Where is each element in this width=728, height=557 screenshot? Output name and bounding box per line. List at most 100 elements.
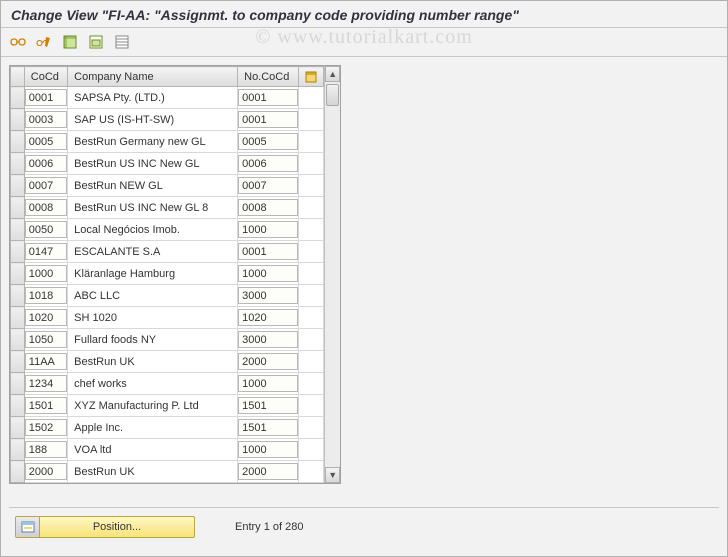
table-row[interactable]: Apple Inc. bbox=[11, 417, 324, 439]
row-selector[interactable] bbox=[11, 461, 25, 483]
no-cocd-input[interactable] bbox=[238, 199, 298, 216]
no-cocd-input[interactable] bbox=[238, 441, 298, 458]
no-cocd-input[interactable] bbox=[238, 155, 298, 172]
configure-columns-icon[interactable] bbox=[305, 70, 317, 83]
no-cocd-input[interactable] bbox=[238, 265, 298, 282]
toolbar-change-button[interactable] bbox=[33, 32, 55, 52]
row-selector[interactable] bbox=[11, 219, 25, 241]
row-selector[interactable] bbox=[11, 307, 25, 329]
table-row[interactable]: BestRun NEW GL bbox=[11, 175, 324, 197]
sap-window: Change View "FI-AA: "Assignmt. to compan… bbox=[0, 0, 728, 557]
cocd-input[interactable] bbox=[25, 89, 67, 106]
table-row[interactable]: BestRun US INC New GL 8 bbox=[11, 197, 324, 219]
no-cocd-input[interactable] bbox=[238, 89, 298, 106]
cocd-input[interactable] bbox=[25, 397, 67, 414]
scroll-track[interactable] bbox=[325, 82, 340, 467]
table-row[interactable]: ABC LLC bbox=[11, 285, 324, 307]
row-selector[interactable] bbox=[11, 241, 25, 263]
no-cocd-input[interactable] bbox=[238, 463, 298, 480]
no-cocd-input[interactable] bbox=[238, 353, 298, 370]
cocd-input[interactable] bbox=[25, 155, 67, 172]
cell-company-name: Fullard foods NY bbox=[68, 329, 238, 351]
header-cocd[interactable]: CoCd bbox=[24, 67, 67, 87]
no-cocd-input[interactable] bbox=[238, 133, 298, 150]
row-selector[interactable] bbox=[11, 351, 25, 373]
scroll-thumb[interactable] bbox=[326, 84, 339, 106]
row-selector[interactable] bbox=[11, 87, 25, 109]
table-row[interactable]: Local Negócios Imob. bbox=[11, 219, 324, 241]
cell-spacer bbox=[299, 439, 324, 461]
scroll-up-button[interactable]: ▲ bbox=[325, 66, 340, 82]
no-cocd-input[interactable] bbox=[238, 331, 298, 348]
cell-no-cocd bbox=[238, 439, 299, 461]
cocd-input[interactable] bbox=[25, 221, 67, 238]
toolbar-other-view-button[interactable] bbox=[7, 32, 29, 52]
table-row[interactable]: chef works bbox=[11, 373, 324, 395]
cocd-input[interactable] bbox=[25, 133, 67, 150]
cocd-input[interactable] bbox=[25, 331, 67, 348]
toolbar-save-button[interactable] bbox=[85, 32, 107, 52]
row-selector[interactable] bbox=[11, 439, 25, 461]
row-selector[interactable] bbox=[11, 109, 25, 131]
no-cocd-input[interactable] bbox=[238, 375, 298, 392]
no-cocd-input[interactable] bbox=[238, 287, 298, 304]
cocd-input[interactable] bbox=[25, 111, 67, 128]
row-selector[interactable] bbox=[11, 373, 25, 395]
cell-cocd bbox=[24, 285, 67, 307]
cocd-input[interactable] bbox=[25, 243, 67, 260]
cocd-input[interactable] bbox=[25, 199, 67, 216]
cocd-input[interactable] bbox=[25, 265, 67, 282]
cell-cocd bbox=[24, 175, 67, 197]
table-row[interactable]: BestRun UK bbox=[11, 351, 324, 373]
table-row[interactable]: ESCALANTE S.A bbox=[11, 241, 324, 263]
table-row[interactable]: SAP US (IS-HT-SW) bbox=[11, 109, 324, 131]
header-company-name[interactable]: Company Name bbox=[68, 67, 238, 87]
table-row[interactable]: Fullard foods NY bbox=[11, 329, 324, 351]
toolbar-deselect-button[interactable] bbox=[111, 32, 133, 52]
table-row[interactable]: BestRun UK bbox=[11, 461, 324, 483]
row-selector[interactable] bbox=[11, 175, 25, 197]
row-selector[interactable] bbox=[11, 417, 25, 439]
cocd-input[interactable] bbox=[25, 287, 67, 304]
header-selector[interactable] bbox=[11, 67, 25, 87]
toolbar-select-all-button[interactable] bbox=[59, 32, 81, 52]
cocd-input[interactable] bbox=[25, 463, 67, 480]
cocd-input[interactable] bbox=[25, 441, 67, 458]
table-row[interactable]: SAPSA Pty. (LTD.) bbox=[11, 87, 324, 109]
row-selector[interactable] bbox=[11, 153, 25, 175]
row-selector[interactable] bbox=[11, 329, 25, 351]
cocd-input[interactable] bbox=[25, 177, 67, 194]
company-name-text: ABC LLC bbox=[68, 287, 237, 305]
cocd-input[interactable] bbox=[25, 353, 67, 370]
no-cocd-input[interactable] bbox=[238, 397, 298, 414]
table-row[interactable]: VOA ltd bbox=[11, 439, 324, 461]
no-cocd-input[interactable] bbox=[238, 243, 298, 260]
header-configure[interactable] bbox=[299, 67, 324, 87]
row-selector[interactable] bbox=[11, 197, 25, 219]
row-selector[interactable] bbox=[11, 263, 25, 285]
table-row[interactable]: Kläranlage Hamburg bbox=[11, 263, 324, 285]
no-cocd-input[interactable] bbox=[238, 111, 298, 128]
no-cocd-input[interactable] bbox=[238, 309, 298, 326]
company-name-text: Fullard foods NY bbox=[68, 331, 237, 349]
header-no-cocd[interactable]: No.CoCd bbox=[238, 67, 299, 87]
company-code-table[interactable]: CoCd Company Name No.CoCd SAPSA Pty. (LT… bbox=[10, 66, 324, 483]
cell-no-cocd bbox=[238, 153, 299, 175]
row-selector[interactable] bbox=[11, 131, 25, 153]
cocd-input[interactable] bbox=[25, 309, 67, 326]
row-selector[interactable] bbox=[11, 285, 25, 307]
no-cocd-input[interactable] bbox=[238, 221, 298, 238]
position-button[interactable]: Position... bbox=[15, 516, 195, 538]
table-row[interactable]: XYZ Manufacturing P. Ltd bbox=[11, 395, 324, 417]
cell-spacer bbox=[299, 461, 324, 483]
cocd-input[interactable] bbox=[25, 375, 67, 392]
table-row[interactable]: BestRun US INC New GL bbox=[11, 153, 324, 175]
row-selector[interactable] bbox=[11, 395, 25, 417]
scroll-down-button[interactable]: ▼ bbox=[325, 467, 340, 483]
vertical-scrollbar[interactable]: ▲ ▼ bbox=[324, 66, 340, 483]
no-cocd-input[interactable] bbox=[238, 419, 298, 436]
cocd-input[interactable] bbox=[25, 419, 67, 436]
table-row[interactable]: BestRun Germany new GL bbox=[11, 131, 324, 153]
table-row[interactable]: SH 1020 bbox=[11, 307, 324, 329]
no-cocd-input[interactable] bbox=[238, 177, 298, 194]
